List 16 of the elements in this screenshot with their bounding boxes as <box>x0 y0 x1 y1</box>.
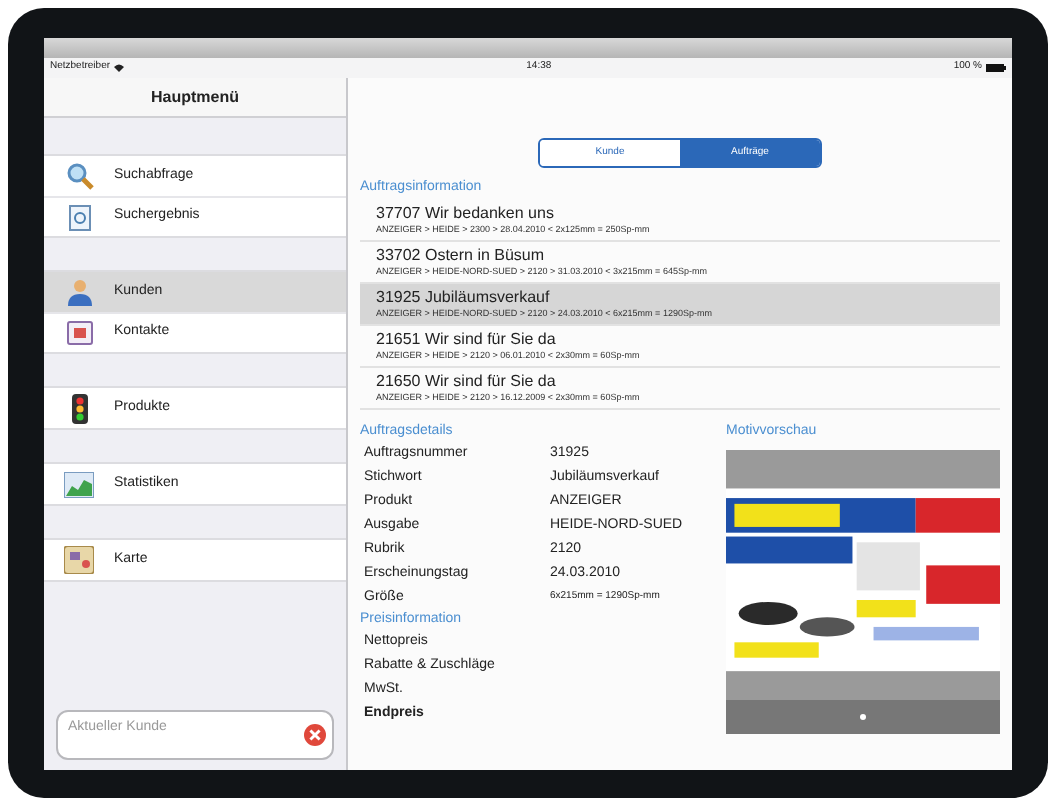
order-title: 21651 Wir sind für Sie da <box>376 329 558 349</box>
document-icon <box>67 203 91 231</box>
calendar-icon <box>65 320 93 346</box>
chart-icon <box>64 471 94 497</box>
magnifier-icon <box>65 162 93 190</box>
traffic-light-icon <box>71 393 87 423</box>
order-title: 21650 Wir sind für Sie da <box>376 371 558 391</box>
sidebar-title: Hauptmenü <box>44 78 346 118</box>
order-title: 31925 Jubiläumsverkauf <box>376 287 552 307</box>
map-icon <box>64 546 94 574</box>
person-icon <box>65 278 93 306</box>
battery-icon <box>986 64 1006 72</box>
order-title: 37707 Wir bedanken uns <box>376 203 556 223</box>
clear-icon[interactable] <box>304 724 326 746</box>
wifi-icon <box>114 64 125 72</box>
order-title: 33702 Ostern in Büsum <box>376 245 547 265</box>
